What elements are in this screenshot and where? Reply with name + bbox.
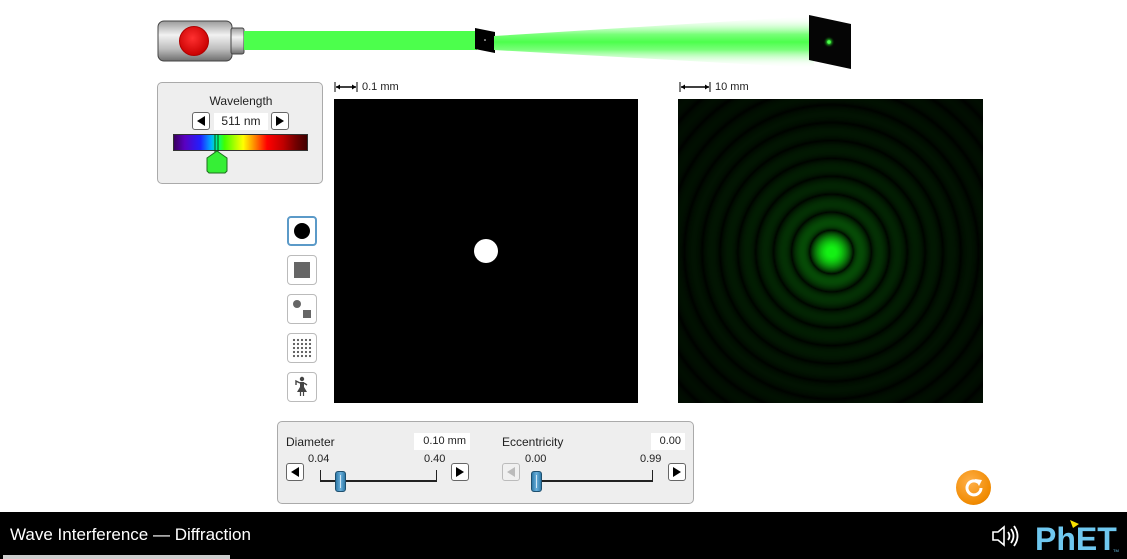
aperture-controls-panel: Diameter 0.10 mm 0.04 0.40 Eccentricity …	[277, 421, 694, 504]
diameter-min-tick	[320, 470, 321, 480]
wavelength-decrement-button[interactable]	[192, 112, 210, 130]
diameter-decrement-button[interactable]	[286, 463, 304, 481]
diffraction-pattern-view	[678, 99, 983, 403]
diffraction-pattern-canvas	[678, 99, 983, 403]
phet-logo-text: PhET	[1035, 521, 1117, 554]
shape-circle-square-button[interactable]	[287, 294, 317, 324]
wavelength-increment-button[interactable]	[271, 112, 289, 130]
diameter-slider-thumb[interactable]	[334, 471, 346, 492]
triangle-right-icon	[673, 467, 681, 477]
aperture-scale-indicator: 0.1 mm	[334, 81, 399, 93]
phet-logo[interactable]: PhET TM	[1035, 516, 1119, 557]
incident-beam	[244, 31, 477, 50]
navigation-bar: Wave Interference — Diffraction PhET TM	[0, 512, 1127, 559]
wavelength-panel: Wavelength 511 nm	[157, 82, 323, 184]
diffracted-beam	[494, 16, 814, 68]
circular-aperture	[474, 239, 498, 263]
diameter-increment-button[interactable]	[451, 463, 469, 481]
triangle-left-icon	[197, 116, 205, 126]
eccentricity-slider-thumb[interactable]	[531, 471, 542, 492]
eccentricity-min-label: 0.00	[525, 453, 547, 465]
shape-rectangle-button[interactable]	[287, 255, 317, 285]
diffraction-scale-label: 10 mm	[715, 81, 749, 93]
eccentricity-max-label: 0.99	[640, 453, 662, 465]
eccentricity-decrement-button[interactable]	[502, 463, 520, 481]
diameter-max-tick	[436, 470, 437, 480]
eccentricity-max-tick	[652, 470, 653, 480]
diameter-max-label: 0.40	[424, 453, 446, 465]
triangle-left-icon	[291, 467, 299, 477]
filled-circle-icon	[294, 223, 310, 239]
shape-circle-button[interactable]	[287, 216, 317, 246]
diameter-value: 0.10 mm	[414, 433, 470, 450]
speaker-icon	[992, 525, 1019, 547]
triangle-right-icon	[276, 116, 284, 126]
sim-title: Wave Interference — Diffraction	[10, 525, 251, 544]
aperture-miniature	[474, 27, 496, 54]
reset-all-button[interactable]	[956, 470, 991, 505]
person-icon	[295, 376, 308, 396]
aperture-scale-label: 0.1 mm	[362, 81, 399, 93]
eccentricity-increment-button[interactable]	[668, 463, 686, 481]
svg-text:TM: TM	[1113, 548, 1119, 553]
eccentricity-value: 0.00	[651, 433, 685, 450]
aperture-view	[334, 99, 638, 403]
circle-square-icon	[293, 300, 311, 318]
screen-indicator	[3, 555, 230, 559]
triangle-left-icon	[507, 467, 515, 477]
double-arrow-icon	[334, 82, 358, 92]
triangle-right-icon	[456, 467, 464, 477]
dot-grid-icon	[292, 338, 312, 358]
wavelength-title: Wavelength	[209, 94, 273, 108]
diameter-min-label: 0.04	[308, 453, 330, 465]
diameter-label: Diameter	[286, 435, 335, 449]
wavelength-value: 511 nm	[214, 113, 268, 130]
reset-icon	[965, 478, 982, 496]
sound-toggle-button[interactable]	[990, 523, 1024, 549]
double-arrow-icon	[679, 82, 711, 92]
diffraction-scale-indicator: 10 mm	[679, 81, 749, 93]
wavelength-spectrum-slider[interactable]	[173, 134, 308, 151]
shape-lattice-button[interactable]	[287, 333, 317, 363]
filled-square-icon	[294, 262, 310, 278]
eccentricity-slider-track[interactable]	[536, 480, 653, 482]
laser-source	[157, 20, 245, 62]
shape-disorder-button[interactable]	[287, 372, 317, 402]
screen-miniature	[808, 14, 852, 70]
eccentricity-label: Eccentricity	[502, 435, 564, 449]
wavelength-slider-thumb[interactable]	[206, 133, 228, 174]
